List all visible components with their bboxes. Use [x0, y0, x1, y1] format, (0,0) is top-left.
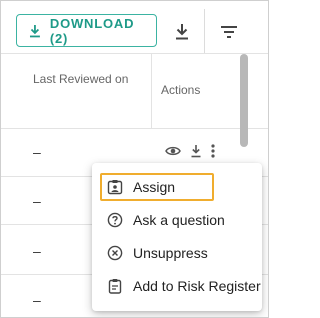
- menu-item-add-risk-register[interactable]: Add to Risk Register: [100, 272, 261, 300]
- table-row-last-reviewed: –: [33, 243, 41, 259]
- column-header-last-reviewed[interactable]: Last Reviewed on: [33, 70, 133, 88]
- filter-icon[interactable]: [220, 26, 238, 38]
- column-header-actions: Actions: [161, 83, 201, 97]
- toolbar-divider: [204, 9, 205, 53]
- clipboard-icon: [108, 279, 122, 294]
- table-row-last-reviewed: –: [33, 292, 41, 308]
- table-row-last-reviewed: –: [33, 144, 41, 160]
- menu-item-label: Assign: [133, 179, 176, 195]
- menu-item-unsuppress[interactable]: Unsuppress: [100, 239, 208, 267]
- row-actions: [165, 144, 215, 158]
- table-row-last-reviewed: –: [33, 193, 41, 209]
- menu-item-label: Add to Risk Register: [133, 278, 261, 294]
- menu-item-label: Unsuppress: [133, 245, 208, 261]
- context-menu: Assign Ask a question Unsuppress Add to …: [92, 163, 262, 311]
- assign-badge-icon: [107, 180, 123, 195]
- menu-item-label: Ask a question: [133, 212, 225, 228]
- download-button[interactable]: DOWNLOAD (2): [16, 14, 157, 47]
- more-vertical-icon[interactable]: [211, 144, 215, 158]
- app-frame: DOWNLOAD (2) Last Reviewed on Actions – …: [0, 0, 269, 318]
- download-icon: [29, 24, 40, 37]
- download-icon[interactable]: [190, 144, 202, 158]
- export-download-icon[interactable]: [174, 23, 190, 41]
- download-button-label: DOWNLOAD (2): [49, 15, 135, 46]
- menu-item-assign[interactable]: Assign: [100, 173, 214, 201]
- close-circle-icon: [107, 245, 123, 261]
- eye-icon[interactable]: [165, 145, 181, 157]
- help-circle-icon: [107, 212, 123, 228]
- scrollbar-thumb[interactable]: [240, 54, 248, 147]
- column-divider: [151, 53, 152, 129]
- header-top-border: [1, 53, 268, 54]
- menu-item-ask-question[interactable]: Ask a question: [100, 206, 225, 234]
- header-bottom-border: [1, 128, 268, 129]
